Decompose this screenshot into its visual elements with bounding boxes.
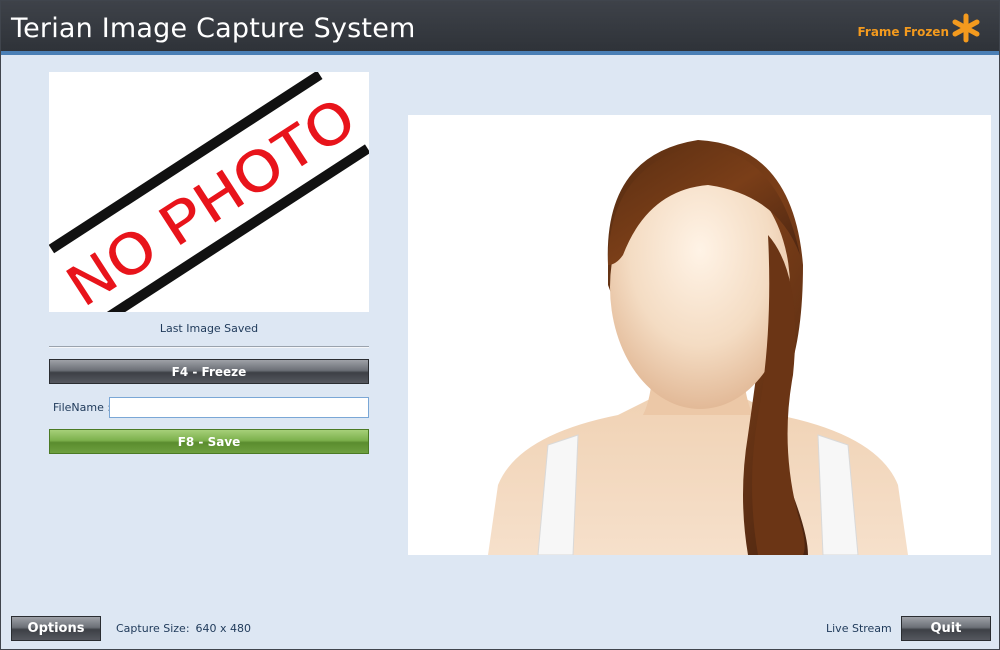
main-window: Terian Image Capture System Frame Frozen…: [0, 0, 1000, 650]
quit-button[interactable]: Quit: [901, 616, 991, 641]
freeze-button[interactable]: F4 - Freeze: [49, 359, 369, 384]
frame-status-label: Frame Frozen: [857, 25, 949, 39]
capture-size-value: 640 x 480: [195, 622, 252, 635]
asterisk-icon: [952, 13, 980, 43]
no-photo-stamp: NO PHOTO: [48, 70, 371, 328]
divider: [49, 346, 369, 348]
options-button[interactable]: Options: [11, 616, 101, 641]
live-camera-view: [408, 115, 991, 555]
no-photo-text: NO PHOTO: [54, 83, 368, 312]
app-title: Terian Image Capture System: [11, 13, 416, 44]
filename-input[interactable]: [109, 397, 369, 418]
save-button[interactable]: F8 - Save: [49, 429, 369, 454]
title-bar: Terian Image Capture System Frame Frozen: [1, 1, 999, 53]
capture-size-readout: Capture Size: 640 x 480: [116, 622, 251, 635]
portrait-placeholder-image: [408, 115, 991, 555]
title-accent-line: [1, 51, 999, 55]
last-image-caption: Last Image Saved: [159, 322, 259, 335]
capture-size-label: Capture Size:: [116, 622, 190, 635]
last-image-preview: NO PHOTO: [48, 70, 371, 328]
live-stream-label: Live Stream: [826, 622, 892, 635]
filename-label: FileName :: [53, 401, 112, 414]
